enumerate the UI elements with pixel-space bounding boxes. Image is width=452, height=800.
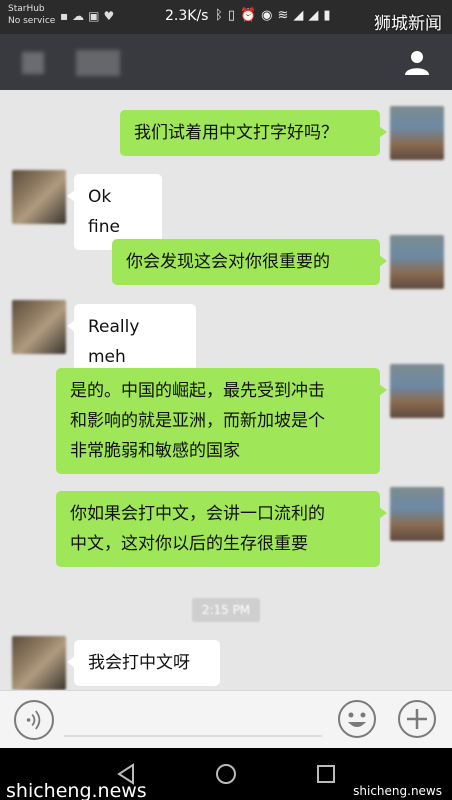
message-text: Really meh bbox=[88, 317, 140, 367]
input-bar bbox=[0, 690, 452, 748]
sim-icon: ▪ bbox=[60, 9, 69, 23]
signal-icon: ◢ bbox=[308, 8, 319, 23]
eye-icon: ◉ bbox=[261, 8, 273, 23]
message-text: 我会打中文呀 bbox=[88, 653, 190, 673]
message-text: 你会发现这会对你很重要的 bbox=[126, 252, 330, 272]
message-text-line: 非常脆弱和敏感的国家 bbox=[70, 441, 240, 461]
carrier-info: StarHub No service bbox=[8, 3, 55, 27]
back-button-blurred[interactable] bbox=[22, 52, 44, 74]
carrier-name: StarHub bbox=[8, 4, 45, 14]
message-text-line: 你如果会打中文，会讲一口流利的 bbox=[70, 504, 325, 524]
message-text-line: 是的。中国的崛起，最先受到冲击 bbox=[70, 381, 325, 401]
message-text: 我们试着用中文打字好吗？ bbox=[134, 123, 338, 143]
status-bar: StarHub No service ▪ ☁ ▣ ♥ 2.3K/s ᛒ ▯ ⏰ … bbox=[0, 0, 452, 34]
my-avatar[interactable] bbox=[390, 487, 444, 541]
notification-icons: ▪ ☁ ▣ ♥ bbox=[60, 9, 114, 23]
voice-input-icon[interactable] bbox=[14, 700, 54, 740]
message-text-line: 中文，这对你以后的生存很重要 bbox=[70, 534, 308, 554]
message-input[interactable] bbox=[64, 735, 322, 737]
contact-name-blurred bbox=[76, 50, 120, 76]
alarm-icon: ⏰ bbox=[239, 8, 257, 23]
profile-icon[interactable] bbox=[402, 48, 432, 78]
recent-apps-icon[interactable] bbox=[314, 762, 338, 786]
vibrate-icon: ▯ bbox=[227, 8, 235, 23]
message-bubble-received[interactable]: 我会打中文呀 bbox=[67, 640, 220, 686]
my-avatar[interactable] bbox=[390, 235, 444, 289]
message-text: Ok fine bbox=[88, 187, 120, 237]
my-avatar[interactable] bbox=[390, 364, 444, 418]
chat-header bbox=[0, 34, 452, 90]
cloud-icon: ☁ bbox=[72, 9, 85, 23]
message-bubble-sent[interactable]: 是的。中国的崛起，最先受到冲击 和影响的就是亚洲，而新加坡是个 非常脆弱和敏感的… bbox=[56, 368, 387, 474]
heart-icon: ♥ bbox=[103, 9, 115, 23]
carrier-service: No service bbox=[8, 16, 56, 26]
message-text-line: 和影响的就是亚洲，而新加坡是个 bbox=[70, 411, 325, 431]
signal-icon: ◢ bbox=[293, 8, 304, 23]
chat-area[interactable]: 我们试着用中文打字好吗？ Ok fine 你会发现这会对你很重要的 Really… bbox=[0, 90, 452, 690]
message-bubble-sent[interactable]: 你如果会打中文，会讲一口流利的 中文，这对你以后的生存很重要 bbox=[56, 491, 387, 567]
emoji-icon[interactable] bbox=[336, 698, 378, 740]
battery-icon: ▮ bbox=[323, 8, 331, 23]
message-timestamp: 2:15 PM bbox=[192, 598, 260, 622]
image-icon: ▣ bbox=[88, 9, 100, 23]
system-icons: ᛒ ▯ ⏰ ◉ ≋ ◢ ◢ ▮ bbox=[215, 8, 331, 23]
bluetooth-icon: ᛒ bbox=[215, 8, 223, 23]
plus-icon[interactable] bbox=[396, 698, 438, 740]
message-bubble-sent[interactable]: 我们试着用中文打字好吗？ bbox=[120, 110, 387, 156]
watermark-top: 狮城新闻 bbox=[374, 14, 442, 34]
home-circle-icon[interactable] bbox=[214, 762, 238, 786]
contact-avatar[interactable] bbox=[12, 300, 66, 354]
my-avatar[interactable] bbox=[390, 106, 444, 160]
message-bubble-sent[interactable]: 你会发现这会对你很重要的 bbox=[112, 239, 387, 285]
network-speed: 2.3K/s bbox=[165, 8, 209, 24]
contact-avatar[interactable] bbox=[12, 170, 66, 224]
watermark-bottom-right: shicheng.news bbox=[353, 784, 442, 798]
contact-avatar[interactable] bbox=[12, 636, 66, 690]
wifi-icon: ≋ bbox=[277, 8, 289, 23]
watermark-bottom-left: shicheng.news bbox=[6, 780, 147, 800]
